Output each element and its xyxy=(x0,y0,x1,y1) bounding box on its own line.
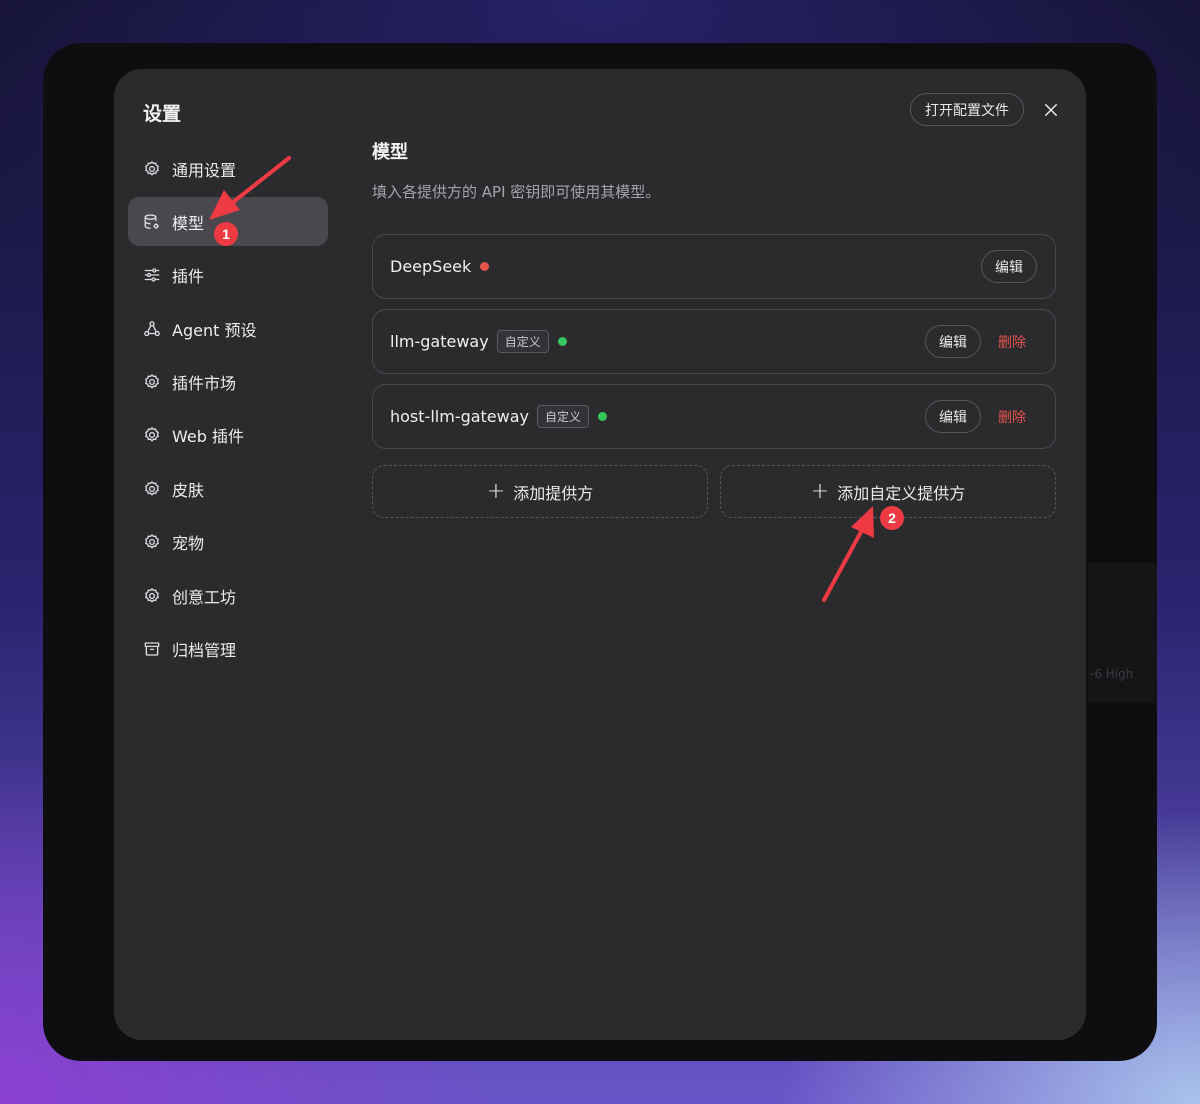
add-custom-provider-button[interactable]: + 添加自定义提供方 xyxy=(720,465,1056,518)
close-button[interactable] xyxy=(1038,97,1064,123)
gear-icon xyxy=(143,160,161,178)
plus-icon: + xyxy=(810,478,830,504)
provider-card-host-llm-gateway: host-llm-gateway 自定义 编辑 删除 xyxy=(372,384,1056,449)
status-dot xyxy=(598,412,608,421)
gear-icon xyxy=(143,587,161,605)
sidebar-item-label: Web 插件 xyxy=(172,427,244,447)
edit-button[interactable]: 编辑 xyxy=(981,250,1037,283)
gear-icon xyxy=(143,533,161,551)
provider-card-deepseek: DeepSeek 编辑 xyxy=(372,234,1056,299)
card-actions: 编辑 删除 xyxy=(925,385,1037,448)
add-provider-button[interactable]: + 添加提供方 xyxy=(372,465,708,518)
provider-name: host-llm-gateway xyxy=(390,407,529,426)
sidebar-item-plugins[interactable]: 插件 xyxy=(128,251,328,300)
sidebar-item-models[interactable]: 模型 xyxy=(128,197,328,247)
sidebar-item-label: 插件 xyxy=(172,267,205,287)
sliders-icon xyxy=(143,266,161,284)
add-provider-label: 添加提供方 xyxy=(513,483,594,503)
provider-name: DeepSeek xyxy=(390,257,472,276)
sidebar-item-label: 皮肤 xyxy=(172,480,205,500)
sidebar-item-workshop[interactable]: 创意工坊 xyxy=(128,571,328,620)
settings-sidebar: 通用设置 模型 插件 Agent 预设 插件市场 Web 插件 皮肤 宠物 创意… xyxy=(128,144,328,678)
sidebar-item-pets[interactable]: 宠物 xyxy=(128,518,328,567)
background-text: -6 High xyxy=(1090,667,1134,681)
delete-button[interactable]: 删除 xyxy=(998,407,1026,427)
sidebar-item-label: 宠物 xyxy=(172,534,205,554)
card-actions: 编辑 删除 xyxy=(925,310,1037,373)
background-panel xyxy=(1088,563,1157,703)
card-actions: 编辑 xyxy=(981,235,1037,298)
settings-title: 设置 xyxy=(143,103,182,125)
plus-icon: + xyxy=(486,478,506,504)
add-custom-provider-label: 添加自定义提供方 xyxy=(837,483,966,503)
gear-icon xyxy=(143,373,161,391)
sidebar-item-label: 插件市场 xyxy=(172,374,237,394)
archive-icon xyxy=(143,640,161,658)
provider-card-llm-gateway: llm-gateway 自定义 编辑 删除 xyxy=(372,309,1056,374)
status-dot xyxy=(557,337,567,346)
page-title: 模型 xyxy=(372,142,408,163)
gear-icon xyxy=(143,426,161,444)
gear-icon xyxy=(143,480,161,498)
edit-button[interactable]: 编辑 xyxy=(925,325,981,358)
sidebar-item-general[interactable]: 通用设置 xyxy=(128,144,328,193)
page-description: 填入各提供方的 API 密钥即可使用其模型。 xyxy=(372,183,661,201)
database-gear-icon xyxy=(143,213,161,231)
sidebar-item-plugin-market[interactable]: 插件市场 xyxy=(128,358,328,407)
settings-modal: 设置 通用设置 模型 插件 Agent 预设 插件市场 Web 插件 皮肤 宠物… xyxy=(114,69,1086,1040)
close-icon xyxy=(1045,104,1057,116)
sidebar-item-archive[interactable]: 归档管理 xyxy=(128,625,328,674)
sidebar-item-agent-presets[interactable]: Agent 预设 xyxy=(128,304,328,353)
sidebar-item-label: 通用设置 xyxy=(172,160,237,180)
custom-badge: 自定义 xyxy=(496,330,549,353)
delete-button[interactable]: 删除 xyxy=(998,332,1026,352)
sidebar-item-web-plugins[interactable]: Web 插件 xyxy=(128,411,328,460)
sidebar-item-label: Agent 预设 xyxy=(172,320,257,340)
open-config-file-button[interactable]: 打开配置文件 xyxy=(910,93,1024,126)
app-window: -6 High 设置 通用设置 模型 插件 Agent 预设 插件市场 Web … xyxy=(43,43,1157,1061)
sidebar-item-label: 创意工坊 xyxy=(172,587,237,607)
sidebar-item-skins[interactable]: 皮肤 xyxy=(128,464,328,513)
provider-name: llm-gateway xyxy=(390,332,489,351)
sidebar-item-label: 归档管理 xyxy=(172,641,237,661)
sidebar-item-label: 模型 xyxy=(172,213,205,233)
agent-network-icon xyxy=(143,320,161,338)
status-dot xyxy=(480,262,490,271)
edit-button[interactable]: 编辑 xyxy=(925,400,981,433)
custom-badge: 自定义 xyxy=(537,405,590,428)
